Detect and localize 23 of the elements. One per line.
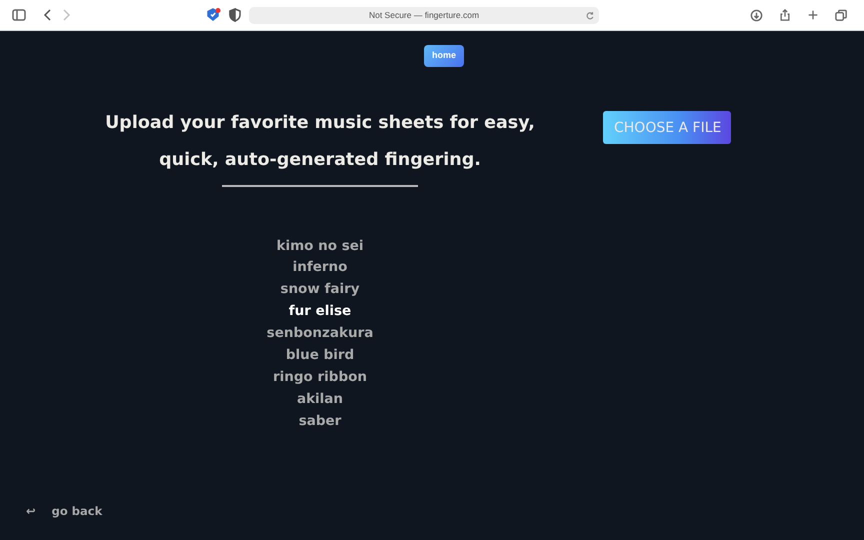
song-link[interactable]: kimo no sei [276, 236, 364, 258]
tabs-overview-icon[interactable] [835, 8, 848, 22]
share-icon[interactable] [779, 8, 791, 22]
song-link[interactable]: blue bird [286, 345, 354, 367]
address-bar[interactable]: Not Secure — fingerture.com [249, 6, 599, 24]
song-link[interactable]: saber [298, 410, 342, 433]
new-tab-icon[interactable] [807, 9, 819, 21]
song-link[interactable]: akilan [296, 388, 344, 411]
song-link[interactable]: snow fairy [280, 279, 360, 302]
privacy-shield-icon[interactable] [229, 8, 241, 22]
song-link[interactable]: ringo ribbon [272, 366, 368, 389]
back-icon[interactable] [42, 8, 53, 22]
address-text: Not Secure — fingerture.com [368, 8, 480, 22]
heading-line: quick, auto-generated fingering. [158, 148, 482, 172]
shield-badge-icon[interactable] [207, 8, 221, 22]
sidebar-icon[interactable] [12, 8, 26, 22]
reload-icon[interactable] [585, 10, 594, 20]
song-link[interactable]: senbonzakura [266, 323, 374, 346]
download-icon[interactable] [750, 8, 763, 22]
return-arrow-icon[interactable]: ↩ [26, 502, 36, 520]
go-back-link[interactable]: go back [52, 502, 102, 520]
song-link[interactable]: fur elise [288, 301, 352, 324]
song-link[interactable]: inferno [292, 257, 348, 280]
